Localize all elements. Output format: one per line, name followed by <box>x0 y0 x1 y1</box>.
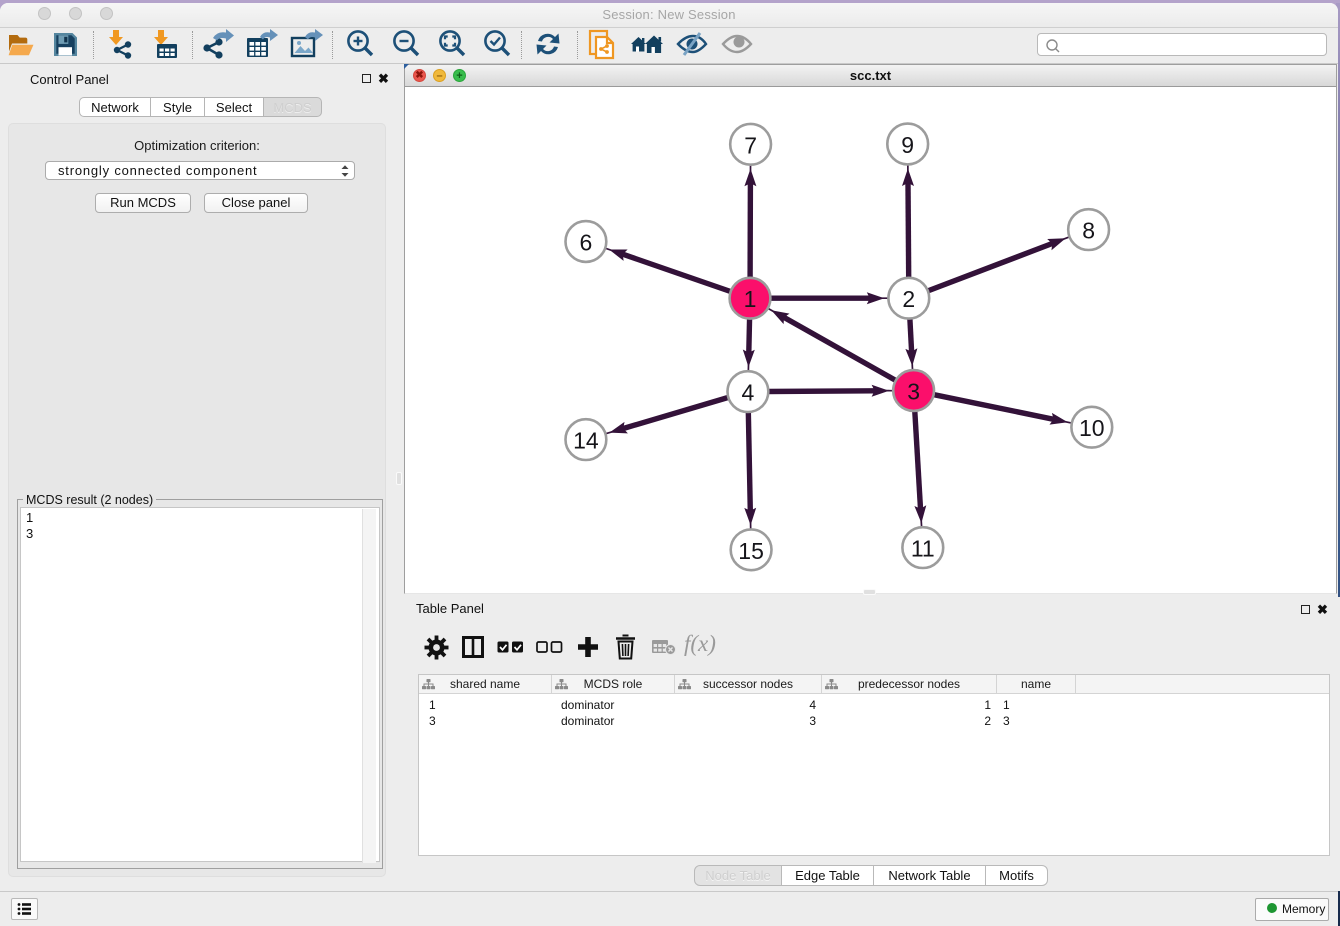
svg-text:6: 6 <box>580 230 593 256</box>
svg-text:2: 2 <box>902 286 915 312</box>
svg-text:1: 1 <box>744 286 757 312</box>
svg-text:10: 10 <box>1079 415 1105 441</box>
svg-text:15: 15 <box>738 538 764 564</box>
svg-text:8: 8 <box>1082 218 1095 244</box>
svg-text:14: 14 <box>573 428 599 454</box>
svg-text:11: 11 <box>911 536 935 562</box>
svg-text:9: 9 <box>901 132 914 158</box>
svg-text:4: 4 <box>742 380 755 406</box>
svg-text:3: 3 <box>907 379 920 405</box>
svg-text:7: 7 <box>744 132 757 158</box>
